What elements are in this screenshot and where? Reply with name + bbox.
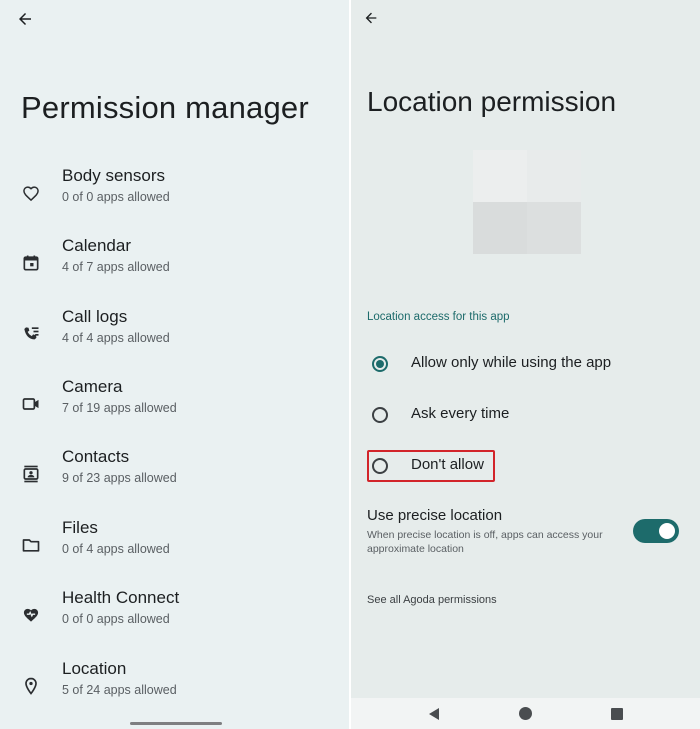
location-pin-icon bbox=[20, 675, 42, 697]
back-button[interactable] bbox=[359, 6, 383, 30]
radio-button[interactable] bbox=[372, 407, 388, 423]
app-icon bbox=[473, 150, 581, 254]
permission-count: 0 of 0 apps allowed bbox=[62, 612, 170, 626]
arrow-left-icon bbox=[19, 13, 31, 25]
system-nav-bar bbox=[351, 698, 700, 729]
permission-item-camera[interactable]: Camera 7 of 19 apps allowed bbox=[0, 377, 349, 441]
toggle-knob bbox=[659, 523, 675, 539]
section-header: Location access for this app bbox=[367, 311, 510, 323]
permission-count: 5 of 24 apps allowed bbox=[62, 683, 177, 697]
permission-label: Calendar bbox=[62, 236, 131, 255]
permission-count: 4 of 4 apps allowed bbox=[62, 331, 170, 345]
permission-label: Files bbox=[62, 518, 98, 537]
permission-count: 4 of 7 apps allowed bbox=[62, 260, 170, 274]
radio-button-checked[interactable] bbox=[372, 356, 388, 372]
permission-label: Call logs bbox=[62, 307, 128, 326]
precise-location-title: Use precise location bbox=[367, 507, 503, 524]
page-title: Permission manager bbox=[21, 90, 309, 125]
nav-recents-icon[interactable] bbox=[611, 708, 623, 720]
folder-icon bbox=[20, 534, 42, 556]
permission-label: Camera bbox=[62, 377, 123, 396]
nav-back-icon[interactable] bbox=[427, 707, 441, 721]
permission-item-health-connect[interactable]: Health Connect 0 of 0 apps allowed bbox=[0, 588, 349, 652]
permission-item-call-logs[interactable]: Call logs 4 of 4 apps allowed bbox=[0, 307, 349, 371]
permission-label: Contacts bbox=[62, 447, 130, 466]
permission-count: 0 of 4 apps allowed bbox=[62, 542, 170, 556]
option-allow-while-using[interactable]: Allow only while using the app bbox=[367, 347, 687, 381]
option-dont-allow[interactable]: Don't allow bbox=[367, 449, 687, 483]
gesture-nav-handle[interactable] bbox=[130, 722, 222, 725]
permission-count: 0 of 0 apps allowed bbox=[62, 190, 170, 204]
screens-container: Permission manager Body sensors 0 of 0 a… bbox=[0, 0, 700, 729]
precise-location-toggle[interactable] bbox=[633, 519, 679, 543]
permission-item-body-sensors[interactable]: Body sensors 0 of 0 apps allowed bbox=[0, 166, 349, 230]
page-title: Location permission bbox=[367, 86, 617, 117]
calendar-icon bbox=[20, 252, 42, 274]
arrow-left-icon bbox=[365, 12, 377, 24]
permission-count: 7 of 19 apps allowed bbox=[62, 401, 177, 415]
see-all-permissions-link[interactable]: See all Agoda permissions bbox=[367, 594, 497, 606]
permission-count: 9 of 23 apps allowed bbox=[62, 471, 177, 485]
permission-item-files[interactable]: Files 0 of 4 apps allowed bbox=[0, 518, 349, 582]
permission-item-location[interactable]: Location 5 of 24 apps allowed bbox=[0, 659, 349, 723]
permission-label: Health Connect bbox=[62, 588, 180, 607]
back-button[interactable] bbox=[12, 6, 38, 32]
permission-manager-screen: Permission manager Body sensors 0 of 0 a… bbox=[0, 0, 349, 729]
health-connect-icon bbox=[20, 604, 42, 626]
location-permission-screen: Location permission Location access for … bbox=[351, 0, 700, 729]
option-ask-every-time[interactable]: Ask every time bbox=[367, 398, 687, 432]
option-label: Don't allow bbox=[411, 456, 484, 473]
radio-button[interactable] bbox=[372, 458, 388, 474]
nav-home-icon[interactable] bbox=[519, 707, 532, 720]
permission-item-calendar[interactable]: Calendar 4 of 7 apps allowed bbox=[0, 236, 349, 300]
contacts-icon bbox=[20, 463, 42, 485]
permission-label: Body sensors bbox=[62, 166, 165, 185]
permission-item-contacts[interactable]: Contacts 9 of 23 apps allowed bbox=[0, 447, 349, 511]
heart-icon bbox=[20, 182, 42, 204]
permission-label: Location bbox=[62, 659, 127, 678]
option-label: Allow only while using the app bbox=[411, 354, 612, 371]
camera-icon bbox=[20, 393, 42, 415]
precise-location-description: When precise location is off, apps can a… bbox=[367, 529, 603, 555]
call-log-icon bbox=[20, 323, 42, 345]
option-label: Ask every time bbox=[411, 405, 510, 422]
